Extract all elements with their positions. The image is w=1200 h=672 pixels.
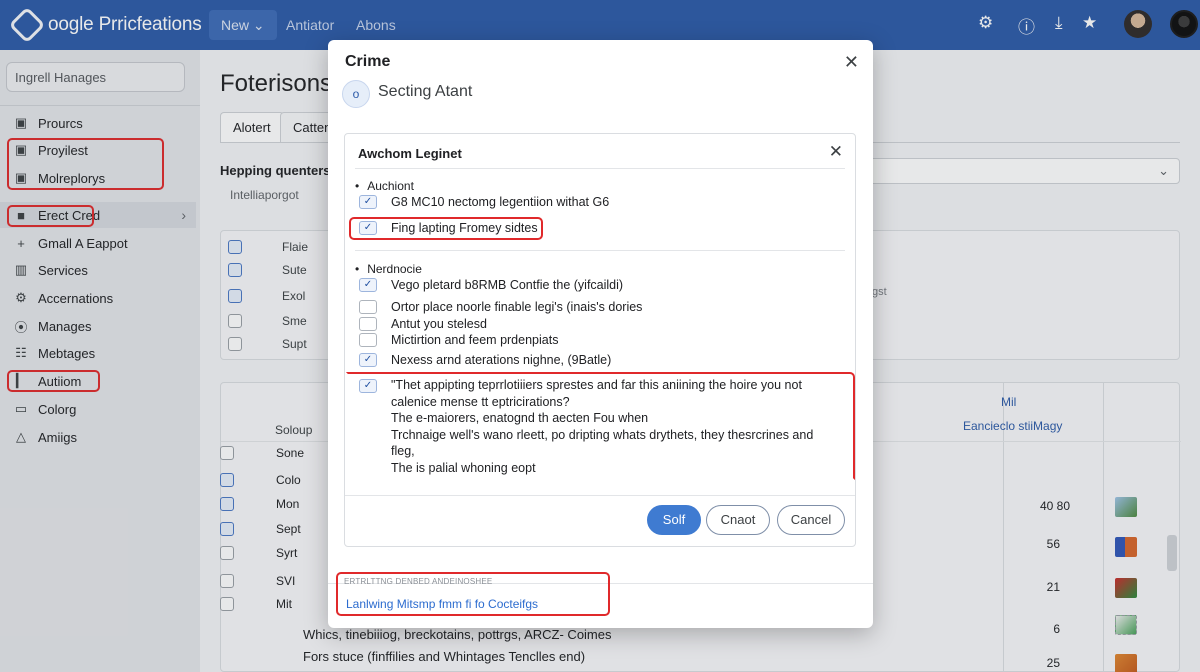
textarea-line: calenice mense tt eptricirations? (391, 394, 570, 409)
checkbox[interactable] (359, 333, 377, 347)
option-checkbox[interactable]: Ortor place noorle finable legi's (inais… (359, 300, 642, 314)
option-checkbox[interactable]: ✓ Nexess arnd aterations nighne, (9Batle) (359, 353, 611, 367)
dialog-title: Crime (345, 53, 391, 70)
option-checkbox[interactable]: Antut you stelesd (359, 317, 487, 331)
check-icon[interactable]: ✓ (359, 353, 377, 367)
divider (345, 495, 855, 496)
footer-link[interactable]: Lanlwing Mitsmp fmm fi fo Cocteifgs (346, 597, 538, 611)
inner-panel-title: Awchom Leginet (358, 146, 462, 161)
textarea-line: Trchnaige well's wano rleett, po driptin… (391, 427, 814, 442)
textarea-line: The e-maiorers, enatognd th aecten Fou w… (391, 411, 649, 425)
checkbox[interactable] (359, 300, 377, 314)
inner-panel: Awchom Leginet ✕ Auchiont ✓G8 MC10 necto… (344, 133, 856, 547)
check-icon[interactable]: ✓ (359, 278, 377, 292)
textarea-line: fleg, (391, 444, 415, 458)
divider (355, 168, 845, 169)
description-textarea[interactable]: ✓ "Thet appipting teprrlotiiiers spreste… (359, 377, 849, 487)
close-icon[interactable]: ✕ (844, 52, 859, 73)
close-icon[interactable]: ✕ (829, 142, 843, 162)
option-checkbox[interactable]: ✓ Vego pletard b8RMB Contfie the (yifcail… (359, 278, 623, 292)
cancel-button[interactable]: Cancel (777, 505, 845, 535)
group-label: Nerdnocie (355, 262, 422, 276)
textarea-line: "Thet appipting teprrlotiiiers sprestes … (391, 378, 802, 392)
step-title: Secting Atant (378, 83, 473, 100)
option-checkbox[interactable]: ✓ Fing lapting Fromey sidtes (359, 221, 538, 235)
check-icon[interactable]: ✓ (359, 195, 377, 209)
step-badge: o (342, 80, 370, 108)
cnaot-button[interactable]: Cnaot (706, 505, 770, 535)
option-checkbox[interactable]: Mictirtion and feem prdenpiats (359, 333, 558, 347)
footer-hint: ERTRLTTNG DENBED ANDEINOSHEE (344, 577, 493, 586)
option-checkbox[interactable]: ✓ G8 MC10 nectomg legentiion withat G6 (359, 195, 609, 209)
check-icon[interactable]: ✓ (359, 379, 377, 393)
solf-button[interactable]: Solf (647, 505, 701, 535)
textarea-line: The is palial whoning eopt (391, 460, 536, 475)
divider (355, 250, 845, 251)
group-label: Auchiont (355, 179, 414, 193)
dialog: Crime ✕ o Secting Atant Awchom Leginet ✕… (328, 40, 873, 628)
checkbox[interactable] (359, 317, 377, 331)
check-icon[interactable]: ✓ (359, 221, 377, 235)
